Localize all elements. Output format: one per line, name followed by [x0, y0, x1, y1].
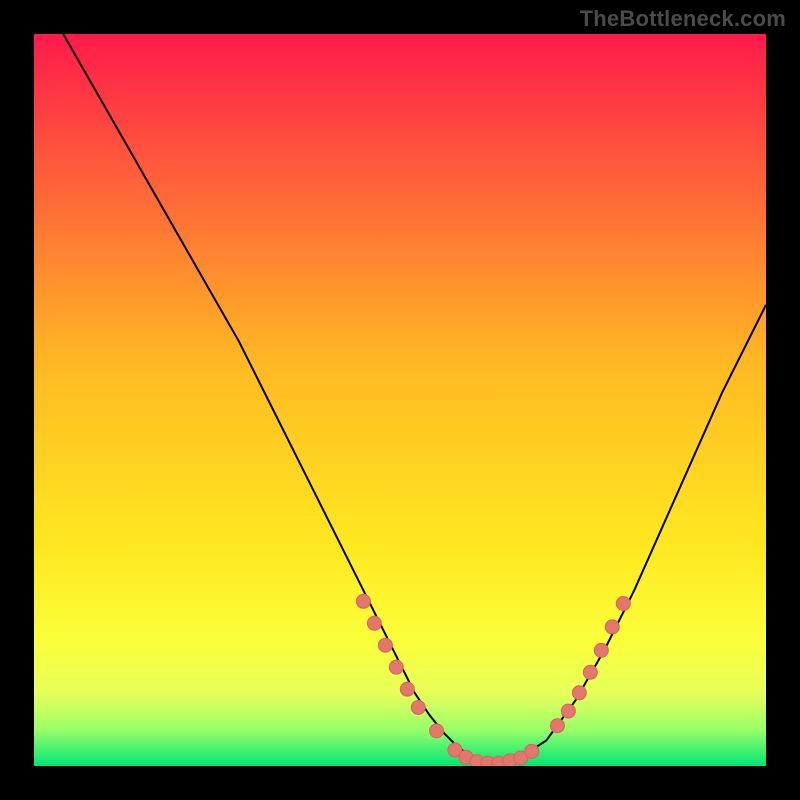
highlight-dot	[525, 744, 539, 758]
gradient-background	[34, 34, 766, 766]
highlight-dot	[400, 682, 414, 696]
highlight-dot	[378, 638, 392, 652]
highlight-dot	[561, 704, 575, 718]
highlight-dot	[367, 616, 381, 630]
chart-stage: TheBottleneck.com	[0, 0, 800, 800]
watermark-text: TheBottleneck.com	[580, 6, 786, 32]
highlight-dot	[616, 597, 630, 611]
highlight-dot	[594, 643, 608, 657]
highlight-dot	[550, 719, 564, 733]
highlight-dot	[356, 594, 370, 608]
highlight-dot	[605, 620, 619, 634]
bottleneck-chart	[0, 0, 800, 800]
highlight-dot	[572, 686, 586, 700]
highlight-dot	[583, 665, 597, 679]
highlight-dot	[389, 660, 403, 674]
highlight-dot	[430, 724, 444, 738]
highlight-dot	[411, 700, 425, 714]
